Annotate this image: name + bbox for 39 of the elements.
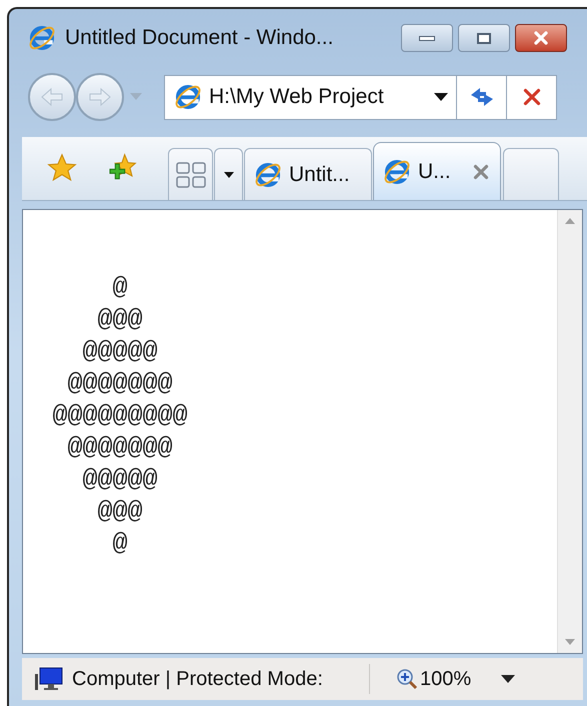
pattern-line: @@@@@@@ (67, 368, 173, 400)
browser-logo-icon (173, 82, 203, 112)
right-arrow-icon (88, 87, 112, 107)
pattern-line: @@@ (97, 304, 142, 336)
dropdown-caret-icon[interactable] (501, 675, 516, 683)
refresh-button[interactable] (457, 74, 507, 120)
pattern-line: @@@@@@@ (67, 432, 173, 464)
star-icon[interactable] (46, 152, 78, 184)
close-button[interactable] (515, 24, 567, 52)
scrollbar[interactable] (557, 210, 582, 653)
browser-logo-icon (27, 23, 57, 53)
scroll-down-icon[interactable] (565, 639, 575, 645)
pattern-line: @@@@@@@@@ (52, 400, 188, 432)
grid-icon (176, 162, 206, 188)
forward-button[interactable] (76, 73, 124, 121)
back-button[interactable] (28, 73, 76, 121)
zoom-in-icon (396, 668, 418, 690)
pattern-line: @@@@@ (82, 464, 158, 496)
pattern-line: @ (112, 528, 128, 560)
dropdown-caret-icon[interactable] (434, 93, 448, 101)
address-field[interactable]: H:\My Web Project (164, 74, 457, 120)
pattern-line: @ (112, 272, 128, 304)
scroll-up-icon[interactable] (565, 218, 575, 224)
new-tab-button[interactable] (503, 148, 559, 200)
tab-list-button[interactable] (214, 148, 243, 200)
pattern-line: @@@ (97, 496, 142, 528)
maximize-button[interactable] (458, 24, 510, 52)
browser-tab[interactable]: Untit... (244, 148, 372, 200)
window-title: Untitled Document - Windo... (65, 25, 334, 52)
computer-icon (34, 666, 64, 692)
quick-tabs-button[interactable] (168, 148, 213, 200)
security-zone-text: Computer | Protected Mode: (72, 664, 370, 694)
browser-tab[interactable]: U... (373, 142, 501, 200)
zoom-control[interactable]: 100% (396, 664, 472, 694)
caret-icon (224, 172, 234, 178)
stop-button[interactable] (507, 74, 557, 120)
minimize-button[interactable] (401, 24, 453, 52)
pattern-line: @@@@@ (82, 336, 158, 368)
left-arrow-icon (40, 87, 64, 107)
